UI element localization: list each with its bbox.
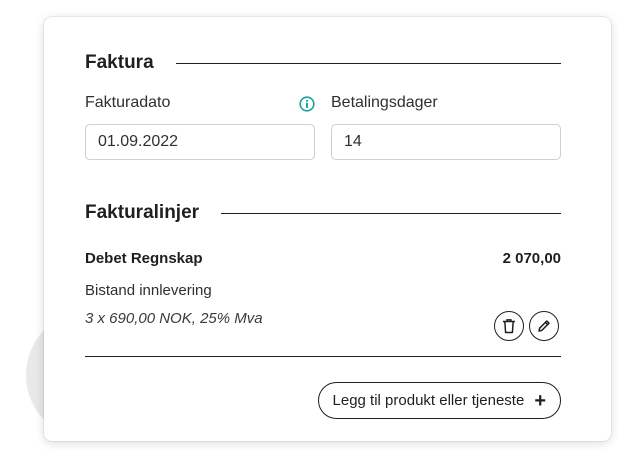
trash-icon [503, 319, 515, 334]
invoice-date-input[interactable] [85, 124, 315, 160]
invoice-line-description: Bistand innlevering [85, 282, 212, 299]
delete-line-button[interactable] [494, 311, 524, 341]
invoice-line-amount: 2 070,00 [502, 250, 561, 267]
section-divider-line [175, 62, 561, 64]
payment-days-input[interactable] [331, 124, 561, 160]
invoice-lines-section-title: Fakturalinjer [85, 202, 200, 223]
section-divider-line [221, 212, 561, 214]
invoice-line-details: 3 x 690,00 NOK, 25% Mva [85, 310, 263, 327]
invoice-date-label: Fakturadato [85, 94, 171, 111]
add-product-button[interactable]: Legg til produkt eller tjeneste + [317, 382, 561, 419]
plus-icon: + [534, 389, 546, 412]
invoice-line-name: Debet Regnskap [85, 250, 203, 267]
edit-line-button[interactable] [529, 311, 559, 341]
invoice-card: Faktura Fakturadato Betalingsdager Faktu… [44, 17, 611, 441]
invoice-section-title: Faktura [85, 52, 154, 73]
invoice-section-header: Faktura [85, 52, 561, 74]
invoice-lines-section-header: Fakturalinjer [85, 202, 561, 224]
invoice-lines-divider [85, 356, 561, 357]
payment-days-label: Betalingsdager [331, 94, 438, 111]
info-circle-icon[interactable] [299, 96, 315, 112]
pencil-icon [538, 320, 550, 332]
add-product-button-label: Legg til produkt eller tjeneste [332, 392, 525, 409]
